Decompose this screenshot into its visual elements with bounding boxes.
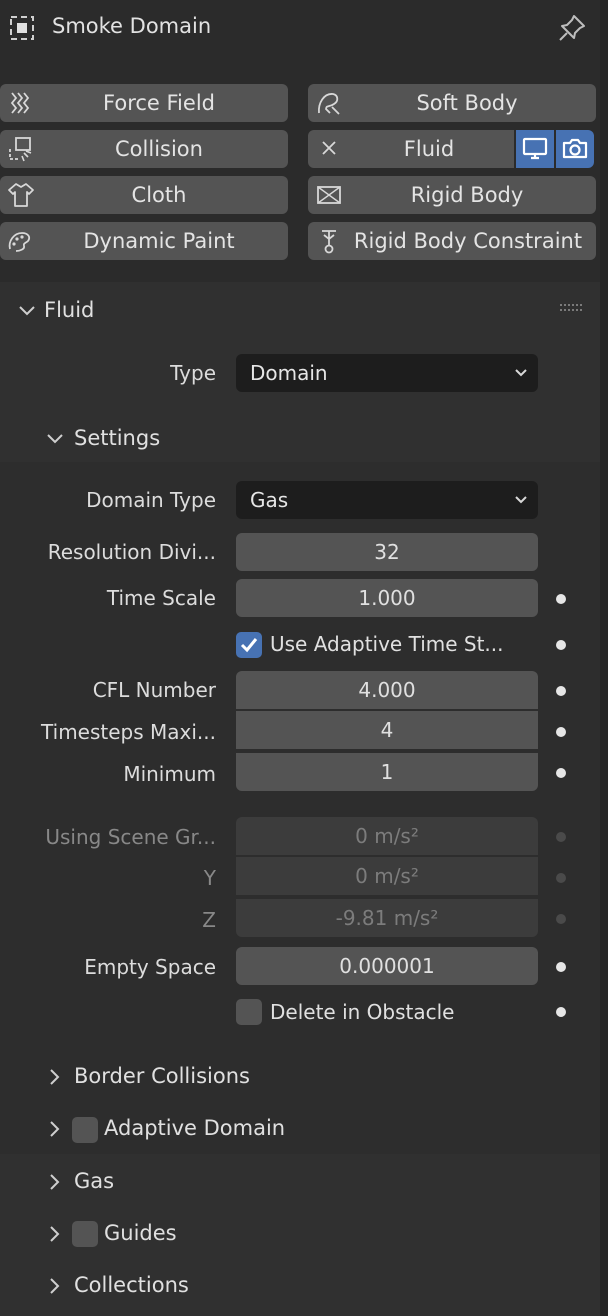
keyframe-dot xyxy=(556,832,566,842)
collections-header[interactable]: Collections xyxy=(74,1273,189,1297)
soft-body-label: Soft Body xyxy=(416,91,518,115)
rigid-body-constraint-label: Rigid Body Constraint xyxy=(353,229,583,253)
adaptive-time-label[interactable]: Use Adaptive Time St... xyxy=(270,632,504,656)
rigid-body-constraint-button[interactable]: Rigid Body Constraint xyxy=(308,222,596,260)
empty-space-label: Empty Space xyxy=(84,955,216,979)
settings-title[interactable]: Settings xyxy=(74,426,160,450)
chevron-down-icon xyxy=(515,369,527,377)
chevron-down-icon[interactable] xyxy=(46,430,64,448)
resolution-field[interactable]: 32 xyxy=(236,533,538,571)
show-in-viewport-toggle[interactable] xyxy=(516,130,554,168)
delete-obstacle-label[interactable]: Delete in Obstacle xyxy=(270,1000,454,1024)
guides-header[interactable]: Guides xyxy=(104,1221,177,1245)
checkmark-icon xyxy=(240,638,258,653)
gravity-y-label: Y xyxy=(203,866,216,890)
type-dropdown[interactable]: Domain xyxy=(236,354,538,392)
chevron-right-icon[interactable] xyxy=(46,1277,64,1295)
domain-type-dropdown[interactable]: Gas xyxy=(236,481,538,519)
gas-header[interactable]: Gas xyxy=(74,1169,114,1193)
chevron-right-icon[interactable] xyxy=(46,1120,64,1138)
adaptive-domain-checkbox[interactable] xyxy=(72,1117,98,1143)
show-in-render-toggle[interactable] xyxy=(556,130,594,168)
keyframe-dot[interactable] xyxy=(556,768,566,778)
gravity-x-field: 0 m/s² xyxy=(236,817,538,855)
monitor-icon xyxy=(522,137,548,160)
soft-body-button[interactable]: Soft Body xyxy=(308,84,596,122)
minimum-field[interactable]: 1 xyxy=(236,753,538,791)
gravity-label: Using Scene Gr... xyxy=(45,825,216,849)
keyframe-dot[interactable] xyxy=(556,594,566,604)
time-scale-label: Time Scale xyxy=(106,586,216,610)
adaptive-time-checkbox[interactable] xyxy=(236,632,262,658)
force-field-icon xyxy=(10,92,30,114)
keyframe-dot[interactable] xyxy=(556,640,566,650)
rigid-body-button[interactable]: Rigid Body xyxy=(308,176,596,214)
resolution-label: Resolution Divi... xyxy=(47,540,216,564)
chevron-right-icon[interactable] xyxy=(46,1225,64,1243)
type-label: Type xyxy=(170,361,216,385)
cloth-icon xyxy=(8,183,34,207)
cloth-button[interactable]: Cloth xyxy=(0,176,288,214)
collision-label: Collision xyxy=(115,137,203,161)
keyframe-dot[interactable] xyxy=(556,686,566,696)
gravity-y-field: 0 m/s² xyxy=(236,857,538,895)
keyframe-dot[interactable] xyxy=(556,1007,566,1017)
object-name: Smoke Domain xyxy=(52,14,212,38)
rigid-body-label: Rigid Body xyxy=(410,183,524,207)
gravity-z-label: Z xyxy=(202,908,216,932)
close-icon[interactable] xyxy=(314,135,344,163)
timesteps-max-field[interactable]: 4 xyxy=(236,711,538,749)
cfl-field[interactable]: 4.000 xyxy=(236,671,538,709)
object-square-icon xyxy=(10,16,34,40)
rigid-body-constraint-icon xyxy=(322,230,336,254)
keyframe-dot xyxy=(556,914,566,924)
fluid-panel-title[interactable]: Fluid xyxy=(44,298,94,322)
timesteps-max-label: Timesteps Maxi... xyxy=(41,720,216,744)
border-collisions-header[interactable]: Border Collisions xyxy=(74,1064,250,1088)
domain-type-value: Gas xyxy=(250,488,289,512)
force-field-label: Force Field xyxy=(103,91,215,115)
collision-icon xyxy=(9,137,32,162)
fluid-label: Fluid xyxy=(403,137,455,161)
delete-obstacle-checkbox[interactable] xyxy=(236,999,262,1025)
pin-icon[interactable] xyxy=(556,12,588,44)
dynamic-paint-icon xyxy=(8,232,31,252)
keyframe-dot xyxy=(556,873,566,883)
properties-header: Smoke Domain xyxy=(0,0,600,60)
scrollbar[interactable] xyxy=(600,0,608,1316)
force-field-button[interactable]: Force Field xyxy=(0,84,288,122)
keyframe-dot[interactable] xyxy=(556,727,566,737)
chevron-right-icon[interactable] xyxy=(46,1173,64,1191)
drag-handle-icon[interactable] xyxy=(560,302,584,314)
rigid-body-icon xyxy=(317,186,341,204)
chevron-down-icon xyxy=(515,496,527,504)
time-scale-field[interactable]: 1.000 xyxy=(236,579,538,617)
domain-type-label: Domain Type xyxy=(86,488,216,512)
dynamic-paint-label: Dynamic Paint xyxy=(83,229,235,253)
fluid-button[interactable]: Fluid xyxy=(308,130,514,168)
camera-icon xyxy=(562,138,588,159)
collision-button[interactable]: Collision xyxy=(0,130,288,168)
chevron-down-icon[interactable] xyxy=(18,302,36,320)
gravity-z-field: -9.81 m/s² xyxy=(236,899,538,937)
type-value: Domain xyxy=(250,361,328,385)
soft-body-icon xyxy=(318,93,340,115)
cloth-label: Cloth xyxy=(131,183,187,207)
guides-checkbox[interactable] xyxy=(72,1221,98,1247)
empty-space-field[interactable]: 0.000001 xyxy=(236,947,538,985)
adaptive-domain-header[interactable]: Adaptive Domain xyxy=(104,1116,285,1140)
cfl-label: CFL Number xyxy=(92,678,216,702)
minimum-label: Minimum xyxy=(123,762,216,786)
dynamic-paint-button[interactable]: Dynamic Paint xyxy=(0,222,288,260)
chevron-right-icon[interactable] xyxy=(46,1068,64,1086)
keyframe-dot[interactable] xyxy=(556,962,566,972)
